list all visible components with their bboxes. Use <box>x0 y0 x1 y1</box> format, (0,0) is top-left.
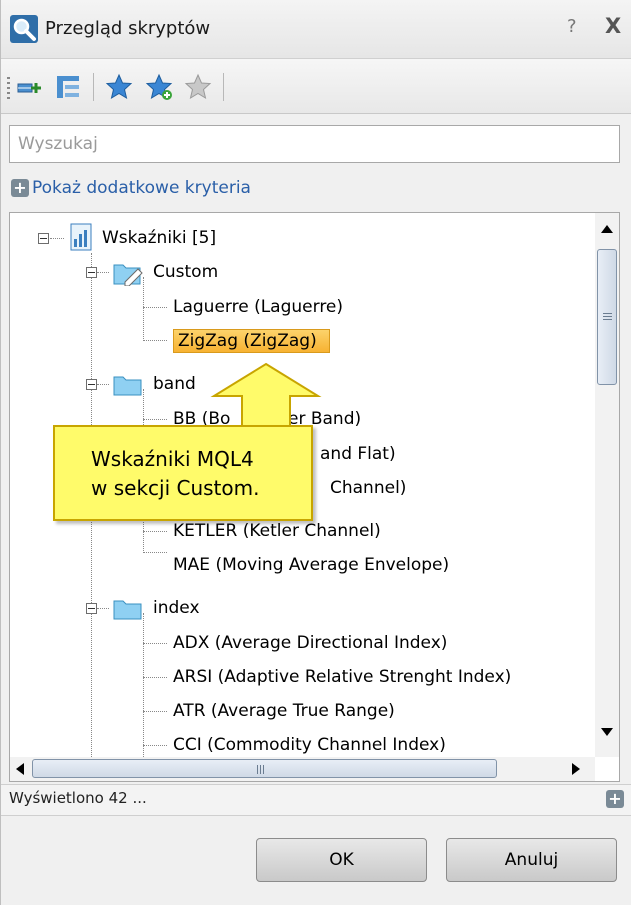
tree-guide-line <box>143 613 144 757</box>
tree-guide-line <box>97 384 109 385</box>
more-criteria-label: Pokaż dodatkowe kryteria <box>32 178 251 198</box>
callout-tooltip: Wskaźniki MQL4 w sekcji Custom. <box>53 425 313 521</box>
window-title: Przegląd skryptów <box>45 18 211 39</box>
horizontal-scrollbar[interactable] <box>10 757 595 781</box>
folder-icon <box>113 600 142 620</box>
tree-guide-line <box>143 643 167 644</box>
folder-label: index <box>153 598 200 618</box>
folder-label: band <box>153 374 196 394</box>
item-label: ARSI (Adaptive Relative Strenght Index) <box>173 667 512 687</box>
callout-line: Wskaźniki MQL4 <box>91 447 254 471</box>
collapse-toggle[interactable] <box>86 267 97 278</box>
tree-guide-line <box>143 711 167 712</box>
tree-guide-line <box>143 677 167 678</box>
favorite-star-icon[interactable] <box>104 72 134 102</box>
folder-icon <box>113 376 142 396</box>
tree-guide-line <box>143 552 167 553</box>
collapse-toggle[interactable] <box>86 379 97 390</box>
tree-guide-line <box>143 745 167 746</box>
remove-favorite-icon[interactable] <box>183 72 213 102</box>
horizontal-scroll-thumb[interactable] <box>32 759 497 778</box>
search-icon <box>10 15 38 43</box>
status-bar: Wyświetlono 42 ... + <box>1 784 631 816</box>
add-script-icon[interactable] <box>15 72 45 102</box>
vertical-scrollbar[interactable] <box>595 213 619 757</box>
ok-button[interactable]: OK <box>256 838 427 882</box>
tree-guide-line <box>143 340 167 341</box>
custom-folder-icon <box>113 264 143 286</box>
tree-guide-line <box>143 277 144 341</box>
scroll-up-arrow-icon[interactable] <box>601 225 613 233</box>
plus-icon: + <box>11 179 29 197</box>
scroll-right-arrow-icon[interactable] <box>572 763 580 775</box>
script-browser-window: Przegląd skryptów ? X Wyszukaj + Pokaż d… <box>0 0 631 905</box>
grip-icon <box>257 765 258 774</box>
tree-guide-line <box>143 419 167 420</box>
title-bar: Przegląd skryptów ? X <box>1 0 631 59</box>
item-label: ADX (Average Directional Index) <box>173 633 448 653</box>
toolbar-separator <box>93 73 94 101</box>
tree-root-label: Wskaźniki [5] <box>102 228 217 248</box>
folder-label: Custom <box>153 262 219 282</box>
tree-guide-line <box>97 608 109 609</box>
add-favorite-icon[interactable] <box>144 72 174 102</box>
item-label: Channel) <box>330 478 407 498</box>
toolbar-grip[interactable] <box>7 77 10 99</box>
close-button[interactable]: X <box>605 14 621 38</box>
collapse-toggle[interactable] <box>38 233 49 244</box>
help-button[interactable]: ? <box>567 16 577 37</box>
item-label: ATR (Average True Range) <box>173 701 395 721</box>
item-label: ZigZag (ZigZag) <box>173 329 330 353</box>
tree-view-icon[interactable] <box>53 72 83 102</box>
expand-plus-icon[interactable]: + <box>606 790 624 808</box>
callout-line: w sekcji Custom. <box>91 476 260 500</box>
item-label: and Flat) <box>320 444 396 464</box>
item-label: MAE (Moving Average Envelope) <box>173 555 450 575</box>
tree-guide-line <box>50 238 64 239</box>
grip-icon <box>603 313 612 314</box>
callout-arrow-icon <box>210 362 322 429</box>
vertical-scroll-thumb[interactable] <box>597 249 617 385</box>
toolbar <box>1 59 631 114</box>
scroll-down-arrow-icon[interactable] <box>601 728 613 736</box>
search-input[interactable] <box>9 125 620 163</box>
callout-text: Wskaźniki MQL4 w sekcji Custom. <box>91 445 259 503</box>
collapse-toggle[interactable] <box>86 603 97 614</box>
tree-guide-line <box>97 272 109 273</box>
item-label: CCI (Commodity Channel Index) <box>173 735 446 755</box>
cancel-button[interactable]: Anuluj <box>446 838 617 882</box>
item-label: Laguerre (Laguerre) <box>173 297 344 317</box>
status-text: Wyświetlono 42 ... <box>9 789 147 807</box>
tree-guide-line <box>143 531 167 532</box>
toolbar-separator <box>223 73 224 101</box>
tree-guide-line <box>143 307 167 308</box>
indicators-folder-icon <box>70 223 92 251</box>
scroll-left-arrow-icon[interactable] <box>16 763 24 775</box>
item-label: KETLER (Ketler Channel) <box>173 521 381 541</box>
